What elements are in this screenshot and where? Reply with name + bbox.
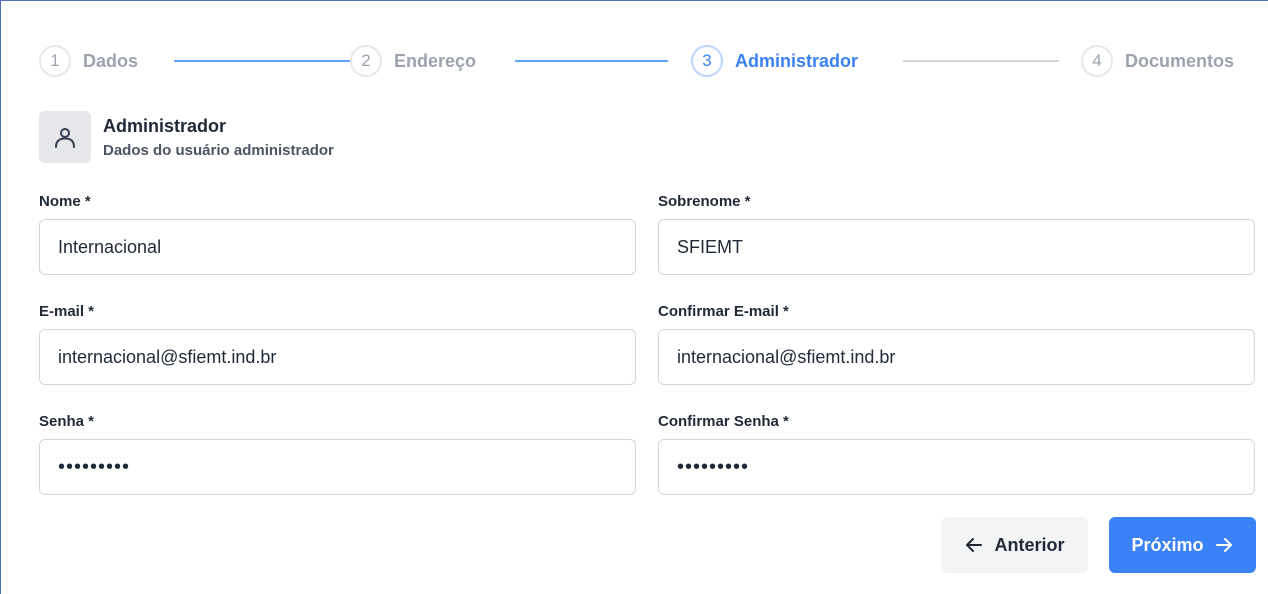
step-number: 3 (691, 45, 723, 77)
step-dados[interactable]: 1 Dados (39, 43, 138, 79)
last-name-label: Sobrenome * (658, 193, 751, 210)
next-button[interactable]: Próximo (1109, 517, 1256, 573)
confirm-email-input[interactable] (658, 329, 1255, 385)
step-documentos[interactable]: 4 Documentos (1081, 43, 1234, 79)
confirm-password-input[interactable] (658, 439, 1255, 495)
password-input[interactable] (39, 439, 636, 495)
step-connector (515, 60, 668, 62)
step-number: 1 (39, 45, 71, 77)
step-connector (903, 60, 1059, 62)
arrow-left-icon (964, 535, 984, 555)
user-icon (39, 111, 91, 163)
confirm-password-label: Confirmar Senha * (658, 413, 789, 430)
email-input[interactable] (39, 329, 636, 385)
step-label: Administrador (735, 50, 859, 71)
arrow-right-icon (1214, 535, 1234, 555)
step-number: 2 (350, 45, 382, 77)
last-name-input[interactable] (658, 219, 1255, 275)
step-connector (174, 60, 364, 62)
section-subtitle: Dados do usuário administrador (103, 142, 334, 159)
step-label: Documentos (1125, 50, 1235, 71)
next-button-label: Próximo (1131, 534, 1204, 555)
step-label: Dados (83, 50, 139, 71)
step-endereco[interactable]: 2 Endereço (350, 43, 476, 79)
step-administrador[interactable]: 3 Administrador (691, 43, 858, 79)
email-label: E-mail * (39, 303, 95, 320)
stepper: 1 Dados 2 Endereço 3 Administrador 4 Doc… (39, 43, 1259, 79)
previous-button[interactable]: Anterior (941, 517, 1088, 573)
form-container: 1 Dados 2 Endereço 3 Administrador 4 Doc… (0, 0, 1268, 594)
previous-button-label: Anterior (994, 534, 1065, 555)
password-label: Senha * (39, 413, 95, 430)
step-label: Endereço (394, 50, 477, 71)
confirm-email-label: Confirmar E-mail * (658, 303, 789, 320)
first-name-label: Nome * (39, 193, 91, 210)
step-number: 4 (1081, 45, 1113, 77)
first-name-input[interactable] (39, 219, 636, 275)
section-title: Administrador (103, 116, 227, 136)
